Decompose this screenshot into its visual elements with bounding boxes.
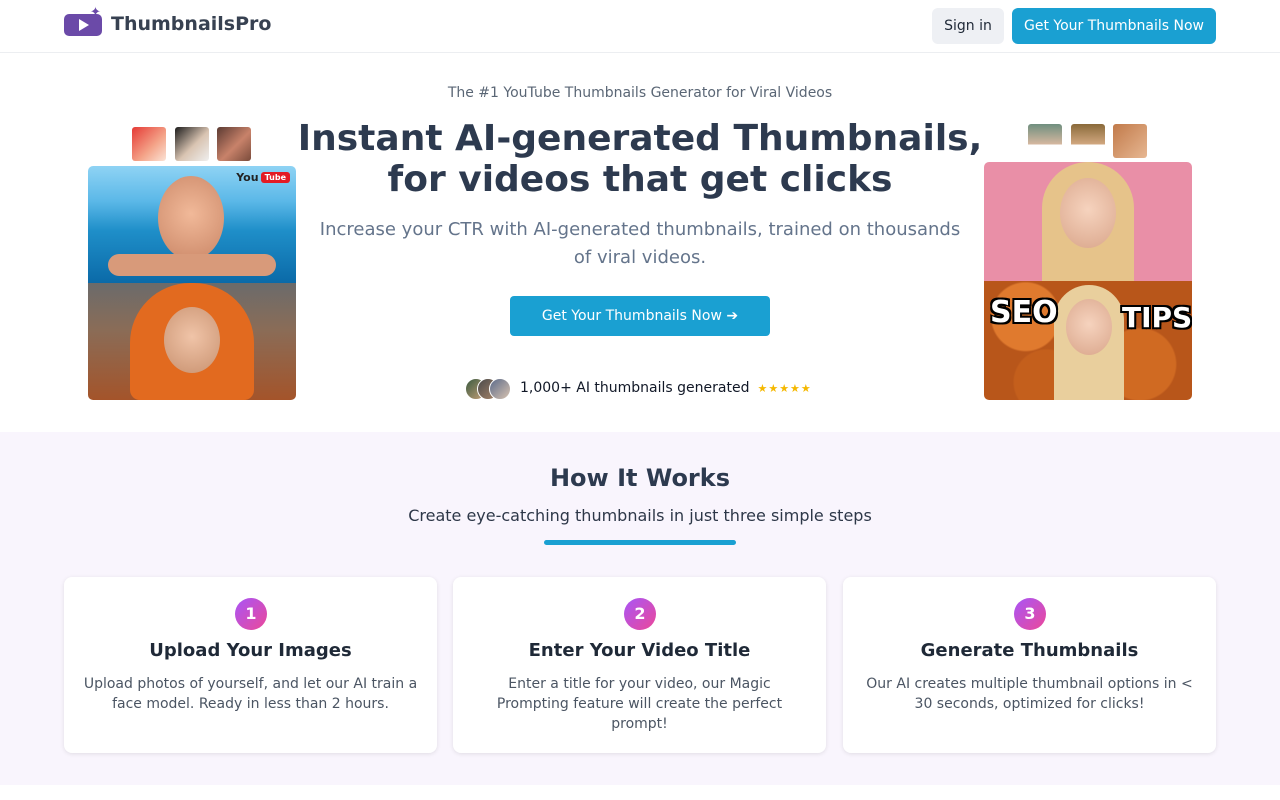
example-thumbnails-right: SEO TIPS: [984, 162, 1192, 400]
headline-line-1: Instant AI-generated Thumbnails,: [297, 118, 983, 159]
surprised-woman-image: [984, 162, 1192, 281]
seo-tips-thumbnail-image: SEO TIPS: [984, 281, 1192, 400]
example-thumbnails-left: You Tube: [88, 166, 296, 400]
hoodie-thumbnail-image: [88, 283, 296, 400]
hero-headline: Instant AI-generated Thumbnails, for vid…: [290, 118, 990, 200]
hero-cta-label: Get Your Thumbnails Now: [541, 308, 722, 324]
headline-line-2: for videos that get clicks: [387, 159, 893, 200]
ocean-thumbnail-image: You Tube: [88, 166, 296, 283]
step-title: Enter Your Video Title: [528, 640, 751, 661]
step-description: Our AI creates multiple thumbnail option…: [866, 676, 1193, 712]
video-play-logo-icon: ✦: [64, 5, 102, 39]
hero-get-thumbnails-button[interactable]: Get Your Thumbnails Now ➔: [510, 296, 770, 336]
nav-get-thumbnails-button[interactable]: Get Your Thumbnails Now: [1012, 8, 1216, 44]
how-it-works-section: How It Works Create eye-catching thumbna…: [0, 432, 1280, 785]
creator-thumbnail[interactable]: [175, 127, 209, 161]
step-number-badge: 1: [235, 598, 267, 630]
creator-thumbnail[interactable]: [1071, 124, 1105, 158]
step-number-badge: 3: [1014, 598, 1046, 630]
step-card-generate: 3 Generate Thumbnails Our AI creates mul…: [843, 577, 1216, 753]
sign-in-button[interactable]: Sign in: [932, 8, 1004, 44]
step-title: Upload Your Images: [149, 640, 352, 661]
rating-stars-icon: ★★★★★: [757, 381, 812, 395]
hero-tagline: The #1 YouTube Thumbnails Generator for …: [447, 85, 833, 101]
social-proof: 1,000+ AI thumbnails generated ★★★★★: [465, 377, 812, 400]
step-description: Upload photos of yourself, and let our A…: [83, 676, 418, 712]
step-card-title: 2 Enter Your Video Title Enter a title f…: [453, 577, 826, 753]
thumbnails-generated-count: 1,000+ AI thumbnails generated: [520, 380, 750, 396]
seo-overlay-text: SEO: [990, 295, 1058, 330]
creator-thumbnail[interactable]: [132, 127, 166, 161]
top-navbar: ✦ ThumbnailsPro Sign in Get Your Thumbna…: [0, 0, 1280, 53]
tips-overlay-text: TIPS: [1122, 301, 1192, 334]
section-divider: [544, 540, 736, 545]
creator-thumbnail[interactable]: [1113, 124, 1147, 158]
creator-thumbnail[interactable]: [217, 127, 251, 161]
step-card-upload: 1 Upload Your Images Upload photos of yo…: [64, 577, 437, 753]
youtube-logo-icon: You Tube: [236, 170, 290, 184]
hero-subheading: Increase your CTR with AI-generated thum…: [319, 219, 961, 268]
creator-thumbnail[interactable]: [1028, 124, 1062, 158]
step-number-badge: 2: [624, 598, 656, 630]
arrow-right-icon: ➔: [726, 308, 739, 324]
section-title: How It Works: [549, 464, 731, 492]
user-avatars: [465, 377, 513, 400]
section-subtitle: Create eye-catching thumbnails in just t…: [408, 506, 872, 525]
brand-name: ThumbnailsPro: [111, 13, 272, 35]
step-description: Enter a title for your video, our Magic …: [496, 676, 783, 732]
logo[interactable]: ✦ ThumbnailsPro: [64, 5, 272, 39]
step-title: Generate Thumbnails: [920, 640, 1139, 661]
avatar: [489, 378, 511, 400]
